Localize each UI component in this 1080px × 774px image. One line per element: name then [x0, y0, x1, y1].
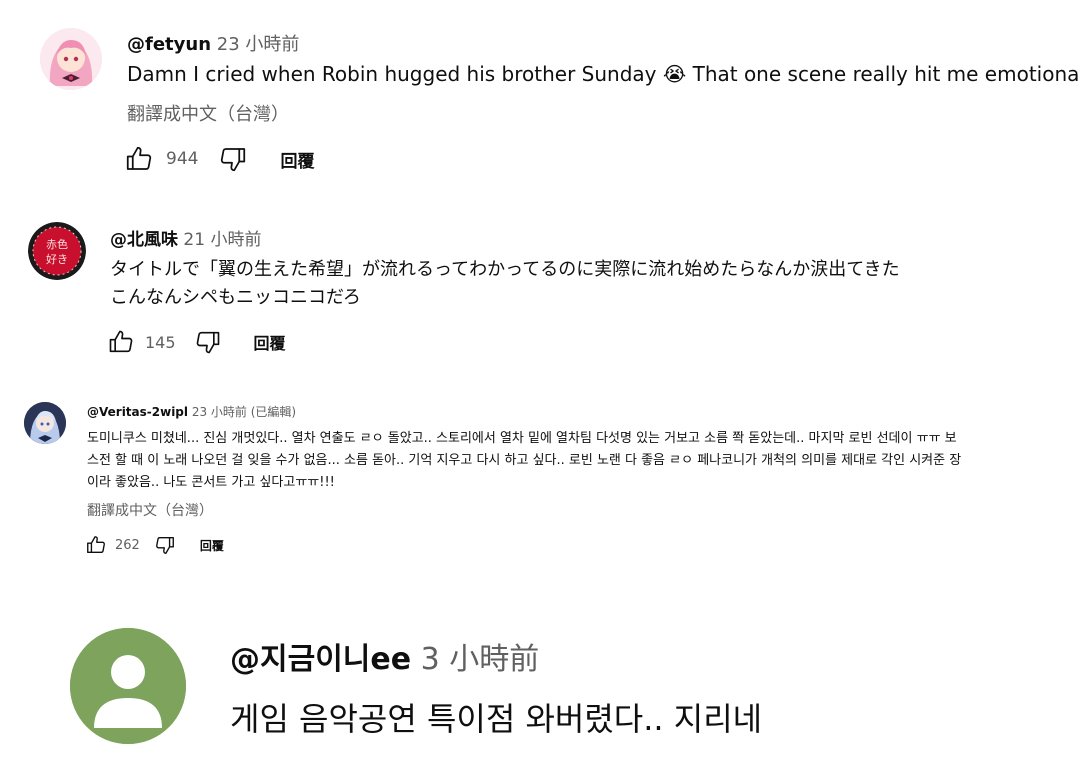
red-badge-avatar-icon: 赤色 好き — [28, 222, 86, 280]
thumbs-up-icon[interactable] — [107, 328, 135, 356]
timestamp[interactable]: 3 小時前 — [421, 642, 540, 677]
anime-character-avatar-icon — [24, 402, 66, 444]
author-handle[interactable]: @北風味 — [110, 230, 178, 250]
comment-meta: @Veritas-2wipl 23 小時前 (已編輯) — [87, 403, 296, 420]
timestamp[interactable]: 23 小時前 — [217, 34, 300, 55]
comment-meta: @지금이니ee 3 小時前 — [230, 634, 539, 678]
avatar[interactable] — [70, 628, 186, 744]
comment-line: こんなんシペもニッコニコだろ — [110, 287, 361, 308]
comment-meta: @北風味 21 小時前 — [110, 225, 261, 250]
comment-text: タイトルで「翼の生えた希望」が流れるってわかってるのに実際に流れ始めたらなんか涙… — [110, 256, 900, 312]
translate-link[interactable]: 翻譯成中文（台灣） — [87, 500, 213, 520]
translate-link[interactable]: 翻譯成中文（台灣） — [127, 100, 289, 126]
reply-button[interactable]: 回覆 — [280, 147, 314, 172]
anime-girl-avatar-icon — [40, 28, 102, 90]
default-user-avatar-icon — [70, 628, 186, 744]
like-count: 262 — [115, 537, 140, 553]
reply-button[interactable]: 回覆 — [200, 537, 224, 554]
reply-button[interactable]: 回覆 — [254, 330, 286, 354]
thumbs-down-icon[interactable] — [194, 328, 222, 356]
comment-actions: 262 回覆 — [85, 534, 224, 556]
comment-meta: @fetyun 23 小時前 — [127, 30, 299, 56]
like-count: 145 — [145, 332, 176, 352]
author-handle[interactable]: @지금이니ee — [230, 642, 411, 677]
avatar-text-bottom: 好き — [46, 252, 68, 266]
author-handle[interactable]: @Veritas-2wipl — [87, 405, 188, 419]
comment-line: 스전 할 때 이 노래 나오던 걸 잊을 수가 없음... 소름 돋아.. 기억… — [87, 453, 962, 468]
thumbs-down-icon[interactable] — [154, 534, 176, 556]
like-count: 944 — [166, 149, 199, 169]
thumbs-down-icon[interactable] — [218, 144, 248, 174]
thumbs-up-icon[interactable] — [124, 144, 154, 174]
avatar[interactable] — [40, 28, 102, 90]
comment-actions: 944 回覆 — [124, 144, 314, 174]
comment-text: 도미니쿠스 미쳤네... 진심 개멋있다.. 열차 연출도 ㄹㅇ 돌았고.. 스… — [87, 428, 961, 494]
avatar[interactable] — [24, 402, 66, 444]
avatar[interactable]: 赤色 好き — [28, 222, 86, 280]
comment-line: 이라 좋았음.. 나도 콘서트 가고 싶다고ㅠㅠ!!! — [87, 475, 335, 490]
comment-line: タイトルで「翼の生えた希望」が流れるってわかってるのに実際に流れ始めたらなんか涙… — [110, 259, 900, 280]
author-handle[interactable]: @fetyun — [127, 34, 211, 55]
comment-actions: 145 回覆 — [107, 328, 286, 356]
avatar-text-top: 赤色 — [46, 237, 68, 251]
timestamp[interactable]: 21 小時前 — [183, 230, 261, 250]
comment-line: 도미니쿠스 미쳤네... 진심 개멋있다.. 열차 연출도 ㄹㅇ 돌았고.. 스… — [87, 431, 957, 446]
comment-text: Damn I cried when Robin hugged his broth… — [127, 62, 1080, 86]
comment-text: 게임 음악공연 특이점 와버렸다.. 지리네 — [230, 700, 763, 738]
timestamp[interactable]: 23 小時前 (已編輯) — [192, 405, 296, 419]
thumbs-up-icon[interactable] — [85, 534, 107, 556]
